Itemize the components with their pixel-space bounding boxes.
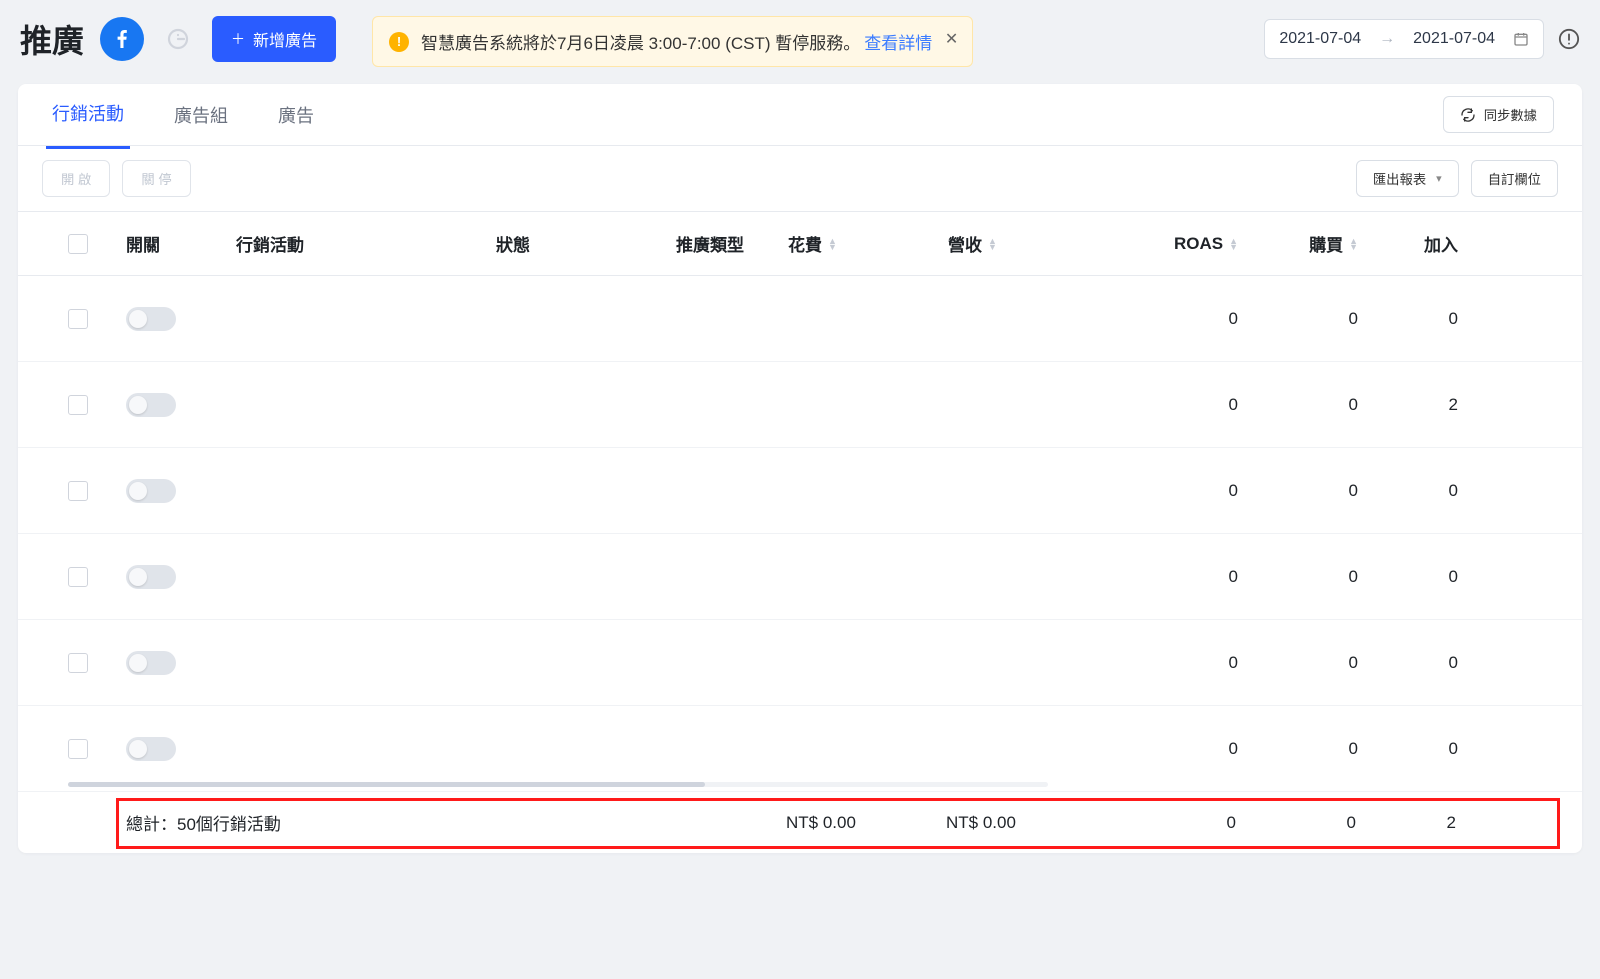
table-row: 000 <box>18 706 1582 792</box>
table-row: 000 <box>18 448 1582 534</box>
google-icon[interactable] <box>156 17 200 61</box>
row-roas: 0 <box>1108 739 1238 759</box>
col-cart[interactable]: 加入 <box>1358 231 1458 256</box>
facebook-icon[interactable] <box>100 17 144 61</box>
footer-total-label: 總計：50個行銷活動 <box>126 810 786 835</box>
info-alert-icon[interactable] <box>1558 28 1580 50</box>
date-end: 2021-07-04 <box>1413 30 1495 48</box>
sync-button[interactable]: 同步數據 <box>1443 96 1554 133</box>
disable-button: 關 停 <box>122 160 190 197</box>
banner-link[interactable]: 查看詳情 <box>864 29 932 54</box>
sort-icon: ▲▼ <box>988 238 997 250</box>
col-switch: 開關 <box>126 231 236 256</box>
tab-adgroups[interactable]: 廣告組 <box>168 84 234 148</box>
row-cart: 0 <box>1358 653 1458 673</box>
row-roas: 0 <box>1108 653 1238 673</box>
tabs-bar: 行銷活動 廣告組 廣告 同步數據 <box>18 84 1582 146</box>
plus-icon: ＋ <box>231 29 245 49</box>
row-cart: 0 <box>1358 739 1458 759</box>
page-header: 推廣 ＋ 新增廣告 ! 智慧廣告系統將於7月6日凌晨 3:00-7:00 (CS… <box>0 0 1600 78</box>
sort-icon: ▲▼ <box>828 238 837 250</box>
row-purchases: 0 <box>1238 653 1358 673</box>
tab-campaigns[interactable]: 行銷活動 <box>46 84 130 149</box>
select-all-checkbox[interactable] <box>68 234 88 254</box>
sort-icon: ▲▼ <box>1229 238 1238 250</box>
page-title: 推廣 <box>20 16 84 62</box>
col-type: 推廣類型 <box>676 231 788 256</box>
row-cart: 0 <box>1358 567 1458 587</box>
table-row: 000 <box>18 276 1582 362</box>
col-revenue[interactable]: 營收▲▼ <box>948 231 1108 256</box>
row-checkbox[interactable] <box>68 481 88 501</box>
table-footer: 總計：50個行銷活動 NT$ 0.00 NT$ 0.00 0 0 2 <box>18 792 1582 853</box>
footer-cart: 2 <box>1356 813 1456 833</box>
add-ad-button[interactable]: ＋ 新增廣告 <box>212 16 336 62</box>
row-purchases: 0 <box>1238 395 1358 415</box>
row-checkbox[interactable] <box>68 653 88 673</box>
columns-button[interactable]: 自訂欄位 <box>1471 160 1558 197</box>
row-switch[interactable] <box>126 393 176 417</box>
footer-revenue: NT$ 0.00 <box>946 813 1106 833</box>
export-button[interactable]: 匯出報表 ▾ <box>1356 160 1459 197</box>
row-cart: 0 <box>1358 481 1458 501</box>
col-spend[interactable]: 花費▲▼ <box>788 231 948 256</box>
col-roas[interactable]: ROAS▲▼ <box>1108 234 1238 254</box>
row-purchases: 0 <box>1238 309 1358 329</box>
col-campaign: 行銷活動 <box>236 231 496 256</box>
row-roas: 0 <box>1108 567 1238 587</box>
footer-purchases: 0 <box>1236 813 1356 833</box>
row-checkbox[interactable] <box>68 395 88 415</box>
table-row: 000 <box>18 620 1582 706</box>
table-row: 002 <box>18 362 1582 448</box>
warning-icon: ! <box>389 32 409 52</box>
row-switch[interactable] <box>126 479 176 503</box>
campaign-table: 開關 行銷活動 狀態 推廣類型 花費▲▼ 營收▲▼ ROAS▲▼ 購買▲▼ 加入… <box>18 212 1582 792</box>
row-purchases: 0 <box>1238 567 1358 587</box>
enable-button: 開 啟 <box>42 160 110 197</box>
main-card: 行銷活動 廣告組 廣告 同步數據 開 啟 關 停 匯出報表 ▾ 自訂欄位 開關 … <box>18 84 1582 853</box>
date-range-picker[interactable]: 2021-07-04 → 2021-07-04 <box>1264 19 1544 59</box>
col-purchases[interactable]: 購買▲▼ <box>1238 231 1358 256</box>
table-header: 開關 行銷活動 狀態 推廣類型 花費▲▼ 營收▲▼ ROAS▲▼ 購買▲▼ 加入 <box>18 212 1582 276</box>
sort-icon: ▲▼ <box>1349 238 1358 250</box>
row-switch[interactable] <box>126 307 176 331</box>
col-status: 狀態 <box>496 231 676 256</box>
maintenance-banner: ! 智慧廣告系統將於7月6日凌晨 3:00-7:00 (CST) 暫停服務。 查… <box>372 16 973 67</box>
row-purchases: 0 <box>1238 739 1358 759</box>
row-roas: 0 <box>1108 309 1238 329</box>
add-ad-label: 新增廣告 <box>253 27 317 51</box>
row-roas: 0 <box>1108 481 1238 501</box>
tab-ads[interactable]: 廣告 <box>272 84 320 148</box>
close-icon[interactable]: ✕ <box>945 29 958 49</box>
horizontal-scrollbar[interactable] <box>68 782 1048 792</box>
row-switch[interactable] <box>126 651 176 675</box>
row-roas: 0 <box>1108 395 1238 415</box>
footer-spend: NT$ 0.00 <box>786 813 946 833</box>
row-cart: 2 <box>1358 395 1458 415</box>
export-label: 匯出報表 <box>1373 169 1426 188</box>
table-row: 000 <box>18 534 1582 620</box>
row-switch[interactable] <box>126 565 176 589</box>
row-checkbox[interactable] <box>68 309 88 329</box>
chevron-down-icon: ▾ <box>1436 172 1442 185</box>
refresh-icon <box>1460 107 1476 123</box>
calendar-icon <box>1513 31 1529 47</box>
row-checkbox[interactable] <box>68 567 88 587</box>
sync-label: 同步數據 <box>1484 105 1537 124</box>
footer-roas: 0 <box>1106 813 1236 833</box>
row-cart: 0 <box>1358 309 1458 329</box>
arrow-right-icon: → <box>1379 30 1395 48</box>
toolbar: 開 啟 關 停 匯出報表 ▾ 自訂欄位 <box>18 146 1582 212</box>
date-start: 2021-07-04 <box>1279 30 1361 48</box>
row-switch[interactable] <box>126 737 176 761</box>
row-purchases: 0 <box>1238 481 1358 501</box>
banner-text: 智慧廣告系統將於7月6日凌晨 3:00-7:00 (CST) 暫停服務。 <box>421 29 860 54</box>
row-checkbox[interactable] <box>68 739 88 759</box>
